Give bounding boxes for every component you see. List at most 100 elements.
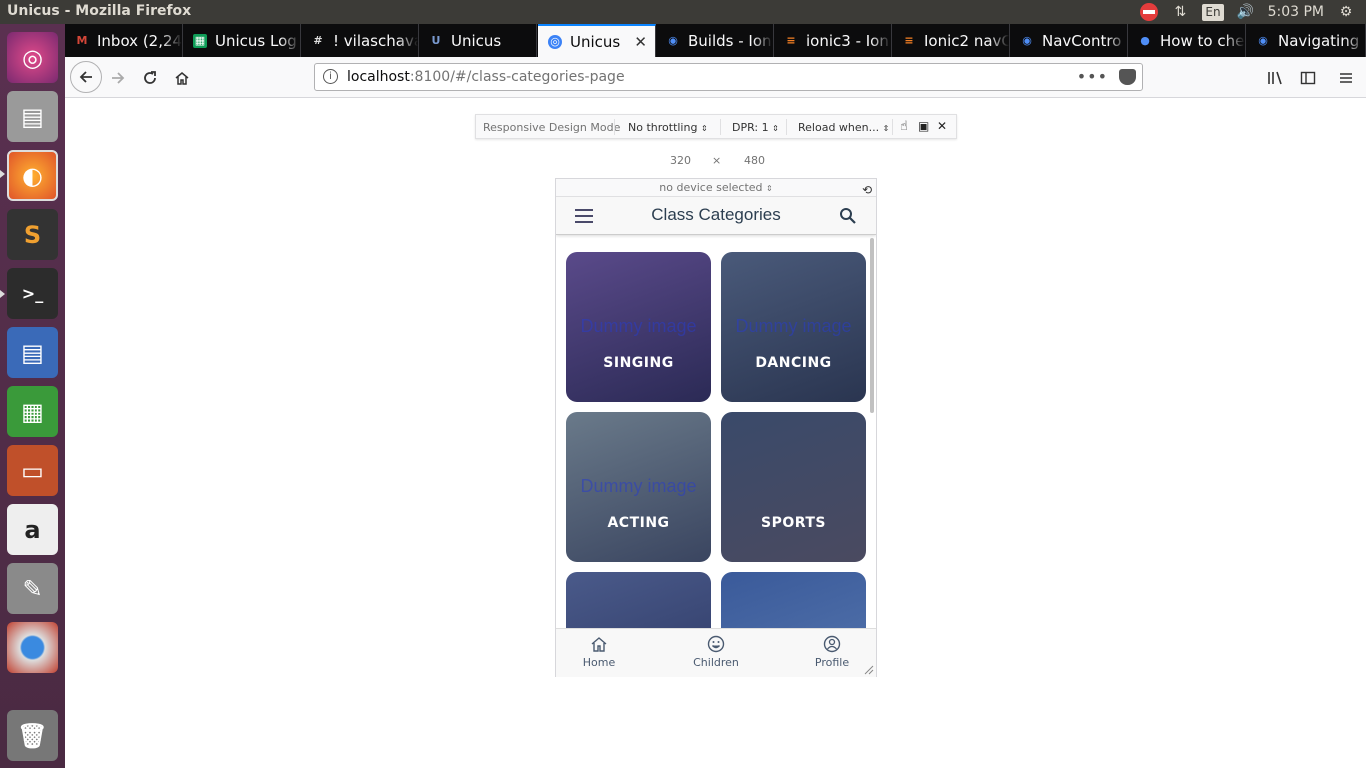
keyboard-layout-indicator[interactable]: En [1202,3,1224,21]
tab-builds[interactable]: ◉ Builds - Ion [656,24,774,57]
category-label: DANCING [755,355,832,371]
impress-icon[interactable]: ▭ [7,445,58,496]
network-transfer-icon[interactable]: ⇅ [1170,3,1190,21]
running-indicator [0,170,5,178]
ionic-icon: ◎ [548,34,562,49]
dimension-separator: × [712,154,722,167]
reload-when-select[interactable]: Reload when... ⇕ [798,121,889,134]
clock[interactable]: 5:03 PM [1268,4,1324,20]
category-label: SPORTS [760,515,827,531]
category-card-sports[interactable]: SPORTS [721,412,866,562]
amazon-icon[interactable]: a [7,504,58,555]
app-screen: Class Categories Dummy image SINGING Dum… [556,197,876,677]
tab-home[interactable]: Home [564,635,634,669]
back-button[interactable] [70,61,102,93]
gmail-icon: M [76,34,88,47]
hash-icon: # [313,34,323,47]
tab-ionic3[interactable]: ≡ ionic3 - Ion [774,24,892,57]
calc-icon[interactable]: ▦ [7,386,58,437]
tab-profile[interactable]: Profile [797,635,867,669]
device-selector[interactable]: no device selected ⇕ ⟲ [556,179,876,197]
library-button[interactable] [1261,63,1291,93]
category-card-singing[interactable]: Dummy image SINGING [566,252,711,402]
tab-sheets[interactable]: ▦ Unicus Log [183,24,301,57]
site-info-icon[interactable]: i [323,69,338,84]
system-settings-icon[interactable]: ✎ [7,563,58,614]
trash-icon[interactable]: 🗑 [7,710,58,761]
sublime-text-icon[interactable]: S [7,209,58,260]
category-card-dancing[interactable]: Dummy image DANCING [721,252,866,402]
back-arrow-icon [79,71,92,83]
url-bar[interactable]: i localhost:8100/#/class-categories-page… [314,63,1143,91]
viewport-height[interactable]: 480 [744,154,765,167]
volume-icon[interactable]: 🔊 [1236,3,1256,21]
sidebar-button[interactable] [1293,63,1323,93]
tab-unicus-active[interactable]: ◎ Unicus ✕ [538,24,656,57]
menu-button[interactable] [1331,63,1361,93]
system-tray: ⇅ En 🔊 5:03 PM ⚙ [1140,3,1356,21]
tab-label: Unicus [451,31,502,50]
close-tab-icon[interactable]: ✕ [634,33,647,51]
tab-howto[interactable]: ● How to che [1128,24,1246,57]
ionic-icon: ◉ [1022,34,1032,47]
power-gear-icon[interactable]: ⚙ [1336,3,1356,21]
resize-handle-icon[interactable] [864,665,874,675]
category-card[interactable] [721,572,866,628]
reload-when-label: Reload when... [798,121,880,134]
tab-gmail[interactable]: M Inbox (2,24 [65,24,183,57]
window-title: Unicus - Mozilla Firefox [7,3,192,19]
page-title: Class Categories [651,205,781,224]
network-disabled-icon[interactable] [1140,3,1159,21]
home-icon [591,637,607,652]
category-card-acting[interactable]: Dummy image ACTING [566,412,711,562]
unicus-icon: U [431,34,441,47]
scrollbar-thumb[interactable] [870,238,874,413]
viewport-width[interactable]: 320 [670,154,691,167]
app-header: Class Categories [556,197,876,235]
browser-nav-bar: i localhost:8100/#/class-categories-page… [65,57,1366,98]
tab-slack[interactable]: # ! vilaschava [301,24,419,57]
tab-ionic2[interactable]: ≡ Ionic2 navC [892,24,1010,57]
bottom-tab-bar: Home Children Profile [556,628,876,677]
close-rdm-icon[interactable]: ✕ [937,119,947,133]
tab-label: Children [693,656,739,669]
profile-icon [823,635,841,653]
tab-navigating[interactable]: ◉ Navigating [1246,24,1366,57]
library-icon [1268,71,1282,85]
throttling-select[interactable]: No throttling ⇕ [628,121,708,134]
sheets-icon: ▦ [193,33,207,48]
placeholder-text: Dummy image [580,476,697,496]
reload-button[interactable] [135,63,165,93]
touch-simulation-icon[interactable]: ☝ [900,119,908,134]
running-indicator [0,290,5,298]
firefox-icon[interactable]: ◐ [7,150,58,201]
ubuntu-dash-icon[interactable]: ◎ [7,32,58,83]
smiley-icon [707,635,725,653]
search-icon[interactable] [839,207,856,224]
screenshot-icon[interactable]: ▣ [918,119,929,133]
tab-label: Profile [814,656,850,669]
forward-arrow-icon [112,72,125,84]
placeholder-text: Dummy image [735,316,852,336]
ubuntu-launcher: ◎ ▤ ◐ S >_ ▤ ▦ ▭ a ✎ 🗑 [0,24,65,768]
chromium-icon[interactable] [7,622,58,673]
category-card[interactable] [566,572,711,628]
tab-children[interactable]: Children [681,635,751,669]
tab-navcontroller[interactable]: ◉ NavContro [1010,24,1128,57]
ionic-icon: ◉ [668,34,678,47]
select-arrows-icon: ⇕ [882,124,890,133]
dpr-select[interactable]: DPR: 1 ⇕ [732,121,779,134]
pocket-icon[interactable] [1119,69,1136,85]
tab-label: Home [582,656,616,669]
files-icon[interactable]: ▤ [7,91,58,142]
select-arrows-icon: ⇕ [700,124,708,133]
writer-icon[interactable]: ▤ [7,327,58,378]
tab-unicus-1[interactable]: U Unicus [419,24,537,57]
forward-button[interactable] [103,63,133,93]
stackoverflow-icon: ≡ [786,34,796,47]
home-button[interactable] [167,63,197,93]
terminal-icon[interactable]: >_ [7,268,58,319]
page-actions-icon[interactable]: ••• [1077,67,1108,86]
reload-icon [144,71,156,84]
ionic-icon: ◉ [1258,34,1268,47]
